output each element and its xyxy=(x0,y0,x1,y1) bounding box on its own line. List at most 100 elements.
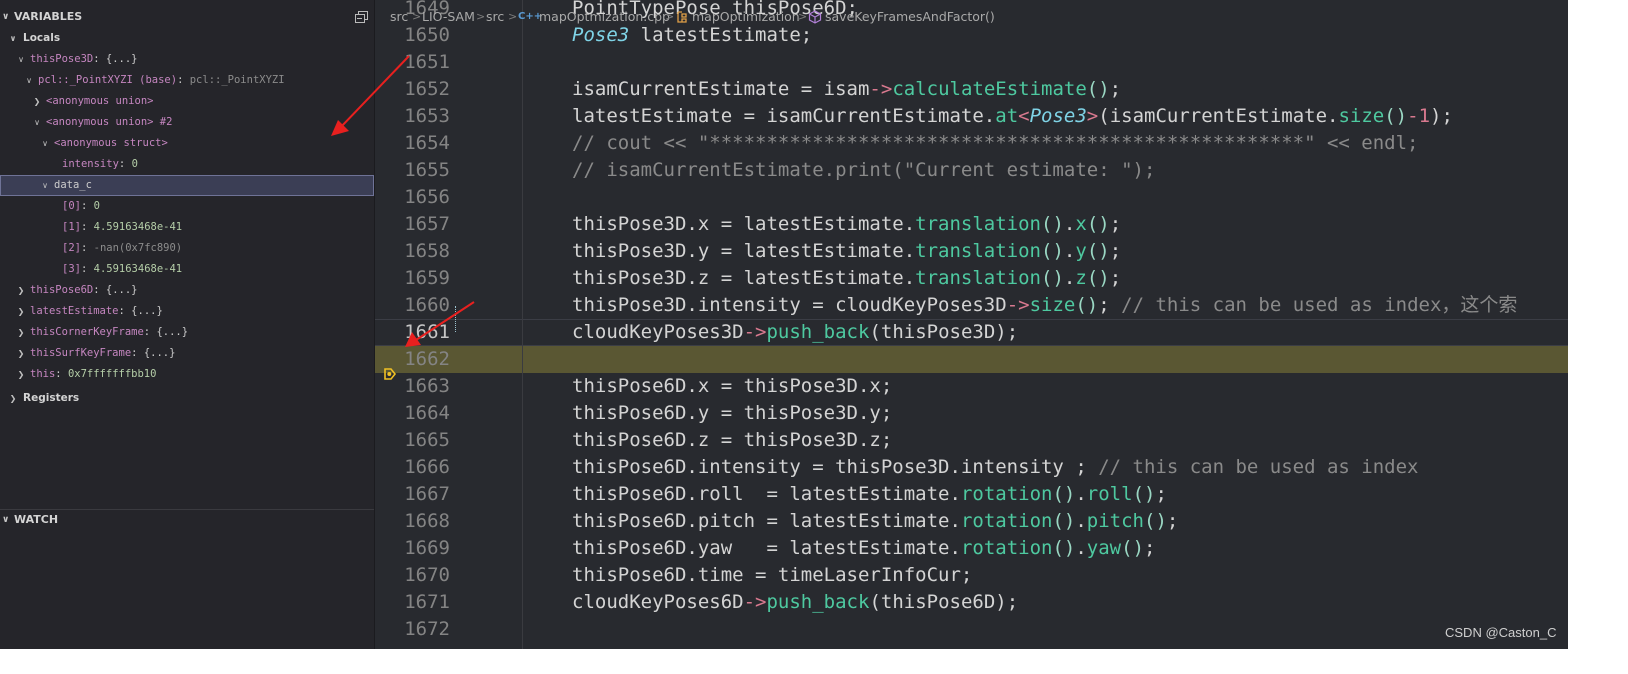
variable-row[interactable]: [1]: 4.59163468e-41 xyxy=(0,217,374,238)
chevron-down-icon[interactable]: ∨ xyxy=(40,175,50,196)
code-line[interactable]: 1661 cloudKeyPoses3D->push_back(thisPose3… xyxy=(375,319,1568,346)
chevron-down-icon[interactable]: ∨ xyxy=(32,112,42,133)
code-text[interactable]: thisPose3D.intensity = cloudKeyPoses3D->… xyxy=(572,292,1517,319)
code-line[interactable]: 1653 latestEstimate = isamCurrentEstimate… xyxy=(375,103,1568,130)
code-line[interactable]: 1652 isamCurrentEstimate = isam->calculat… xyxy=(375,76,1568,103)
code-text[interactable]: thisPose6D.y = thisPose3D.y; xyxy=(572,400,892,427)
chevron-right-icon[interactable]: ❯ xyxy=(16,322,26,343)
code-line[interactable]: 1656 xyxy=(375,184,1568,211)
line-number[interactable]: 1671 xyxy=(375,589,450,616)
line-number[interactable]: 1672 xyxy=(375,616,450,643)
chevron-right-icon[interactable]: ❯ xyxy=(32,91,42,112)
code-line[interactable]: 1670 thisPose6D.time = timeLaserInfoCur; xyxy=(375,562,1568,589)
code-line[interactable]: 1664 thisPose6D.y = thisPose3D.y; xyxy=(375,400,1568,427)
code-editor[interactable]: 1649 PointTypePose thisPose6D; 1650 Pose3 l… xyxy=(375,0,1568,649)
line-number[interactable]: 1656 xyxy=(375,184,450,211)
code-line[interactable]: 1663 thisPose6D.x = thisPose3D.x; xyxy=(375,373,1568,400)
code-text[interactable]: thisPose6D.pitch = latestEstimate.rotati… xyxy=(572,508,1178,535)
code-text[interactable]: thisPose3D.y = latestEstimate.translatio… xyxy=(572,238,1121,265)
code-line[interactable]: 1668 thisPose6D.pitch = latestEstimate.ro… xyxy=(375,508,1568,535)
variable-row[interactable]: ❯ thisPose6D: {...} xyxy=(0,280,374,301)
code-lines[interactable]: 1649 PointTypePose thisPose6D; 1650 Pose3 l… xyxy=(375,0,1568,649)
line-number[interactable]: 1669 xyxy=(375,535,450,562)
line-number[interactable]: 1665 xyxy=(375,427,450,454)
variable-row[interactable]: ∨ <anonymous union> #2 xyxy=(0,112,374,133)
code-line[interactable]: 1654 // cout << "************************… xyxy=(375,130,1568,157)
code-text[interactable]: thisPose6D.x = thisPose3D.x; xyxy=(572,373,892,400)
code-line[interactable]: 1662 xyxy=(375,346,1568,373)
breadcrumb-item-src[interactable]: src xyxy=(390,6,408,28)
variable-row[interactable]: ∨ <anonymous struct> xyxy=(0,133,374,154)
watch-section-header[interactable]: ∨ WATCH xyxy=(0,510,374,530)
locals-scope[interactable]: ∨ Locals xyxy=(0,28,374,49)
variable-row[interactable]: ∨ pcl::_PointXYZI (base): pcl::_PointXYZI xyxy=(0,70,374,91)
code-text[interactable]: thisPose6D.z = thisPose3D.z; xyxy=(572,427,892,454)
variable-row[interactable]: ❯ <anonymous union> xyxy=(0,91,374,112)
breadcrumb-item-lio-sam[interactable]: LIO-SAM xyxy=(422,6,475,28)
chevron-right-icon[interactable]: ❯ xyxy=(16,301,26,322)
line-number[interactable]: 1667 xyxy=(375,481,450,508)
collapse-all-icon[interactable] xyxy=(355,11,368,23)
code-text[interactable]: thisPose6D.time = timeLaserInfoCur; xyxy=(572,562,972,589)
line-number[interactable]: 1664 xyxy=(375,400,450,427)
variable-row[interactable]: [2]: -nan(0x7fc890) xyxy=(0,238,374,259)
code-line[interactable]: 1667 thisPose6D.roll = latestEstimate.rot… xyxy=(375,481,1568,508)
code-line[interactable]: 1660 thisPose3D.intensity = cloudKeyPoses… xyxy=(375,292,1568,319)
line-number[interactable]: 1659 xyxy=(375,265,450,292)
line-number[interactable]: 1655 xyxy=(375,157,450,184)
code-line[interactable]: 1665 thisPose6D.z = thisPose3D.z; xyxy=(375,427,1568,454)
code-text[interactable]: isamCurrentEstimate = isam->calculateEst… xyxy=(572,76,1121,103)
breadcrumb-item-class[interactable]: mapOptimization xyxy=(692,6,800,28)
code-text[interactable]: thisPose6D.yaw = latestEstimate.rotation… xyxy=(572,535,1155,562)
line-number[interactable]: 1654 xyxy=(375,130,450,157)
code-text[interactable]: cloudKeyPoses3D->push_back(thisPose3D); xyxy=(572,319,1018,346)
code-line[interactable]: 1651 xyxy=(375,49,1568,76)
line-number[interactable]: 1670 xyxy=(375,562,450,589)
line-number[interactable]: 1660 xyxy=(375,292,450,319)
chevron-right-icon[interactable]: ❯ xyxy=(16,343,26,364)
line-number[interactable]: 1658 xyxy=(375,238,450,265)
code-line[interactable]: 1666 thisPose6D.intensity = thisPose3D.in… xyxy=(375,454,1568,481)
registers-scope[interactable]: ❯ Registers xyxy=(0,388,374,409)
code-text[interactable]: // isamCurrentEstimate.print("Current es… xyxy=(572,157,1155,184)
code-line[interactable]: 1655 // isamCurrentEstimate.print("Curren… xyxy=(375,157,1568,184)
code-line[interactable]: 1672 xyxy=(375,616,1568,643)
chevron-down-icon[interactable]: ∨ xyxy=(24,70,34,91)
variable-row[interactable]: ❯ thisCornerKeyFrame: {...} xyxy=(0,322,374,343)
variable-row[interactable]: ❯ latestEstimate: {...} xyxy=(0,301,374,322)
variable-row[interactable]: [0]: 0 xyxy=(0,196,374,217)
variable-row[interactable]: [3]: 4.59163468e-41 xyxy=(0,259,374,280)
variable-row[interactable]: ∨ data_c xyxy=(0,175,374,196)
line-number[interactable]: 1652 xyxy=(375,76,450,103)
line-number[interactable]: 1666 xyxy=(375,454,450,481)
line-number[interactable]: 1661 xyxy=(375,319,450,346)
variables-section-header[interactable]: ∨ VARIABLES xyxy=(0,7,374,27)
code-line[interactable]: 1659 thisPose3D.z = latestEstimate.transl… xyxy=(375,265,1568,292)
code-text[interactable]: thisPose3D.z = latestEstimate.translatio… xyxy=(572,265,1121,292)
line-number[interactable]: 1653 xyxy=(375,103,450,130)
variable-row[interactable]: ∨ thisPose3D: {...} xyxy=(0,49,374,70)
variable-row[interactable]: ❯ thisSurfKeyFrame: {...} xyxy=(0,343,374,364)
chevron-right-icon[interactable]: ❯ xyxy=(16,364,26,385)
code-text[interactable]: // cout << "****************************… xyxy=(572,130,1418,157)
code-text[interactable]: thisPose6D.intensity = thisPose3D.intens… xyxy=(572,454,1419,481)
code-line[interactable]: 1671 cloudKeyPoses6D->push_back(thisPose6… xyxy=(375,589,1568,616)
line-number[interactable]: 1668 xyxy=(375,508,450,535)
variable-row[interactable]: intensity: 0 xyxy=(0,154,374,175)
breadcrumb-item-method[interactable]: saveKeyFramesAndFactor() xyxy=(825,6,995,28)
line-number[interactable]: 1657 xyxy=(375,211,450,238)
breadcrumb-item-file[interactable]: mapOptmization.cpp xyxy=(539,6,670,28)
chevron-down-icon[interactable]: ∨ xyxy=(16,49,26,70)
code-line[interactable]: 1658 thisPose3D.y = latestEstimate.transl… xyxy=(375,238,1568,265)
code-text[interactable]: cloudKeyPoses6D->push_back(thisPose6D); xyxy=(572,589,1018,616)
chevron-right-icon[interactable]: ❯ xyxy=(16,280,26,301)
code-text[interactable]: thisPose6D.roll = latestEstimate.rotatio… xyxy=(572,481,1167,508)
code-text[interactable]: thisPose3D.x = latestEstimate.translatio… xyxy=(572,211,1121,238)
debug-stackframe-icon[interactable] xyxy=(383,367,397,381)
code-text[interactable]: latestEstimate = isamCurrentEstimate.at<… xyxy=(572,103,1453,130)
variable-row[interactable]: ❯ this: 0x7fffffffbb10 xyxy=(0,364,374,385)
chevron-down-icon[interactable]: ∨ xyxy=(40,133,50,154)
code-line[interactable]: 1669 thisPose6D.yaw = latestEstimate.rota… xyxy=(375,535,1568,562)
line-number[interactable]: 1651 xyxy=(375,49,450,76)
code-line[interactable]: 1657 thisPose3D.x = latestEstimate.transl… xyxy=(375,211,1568,238)
